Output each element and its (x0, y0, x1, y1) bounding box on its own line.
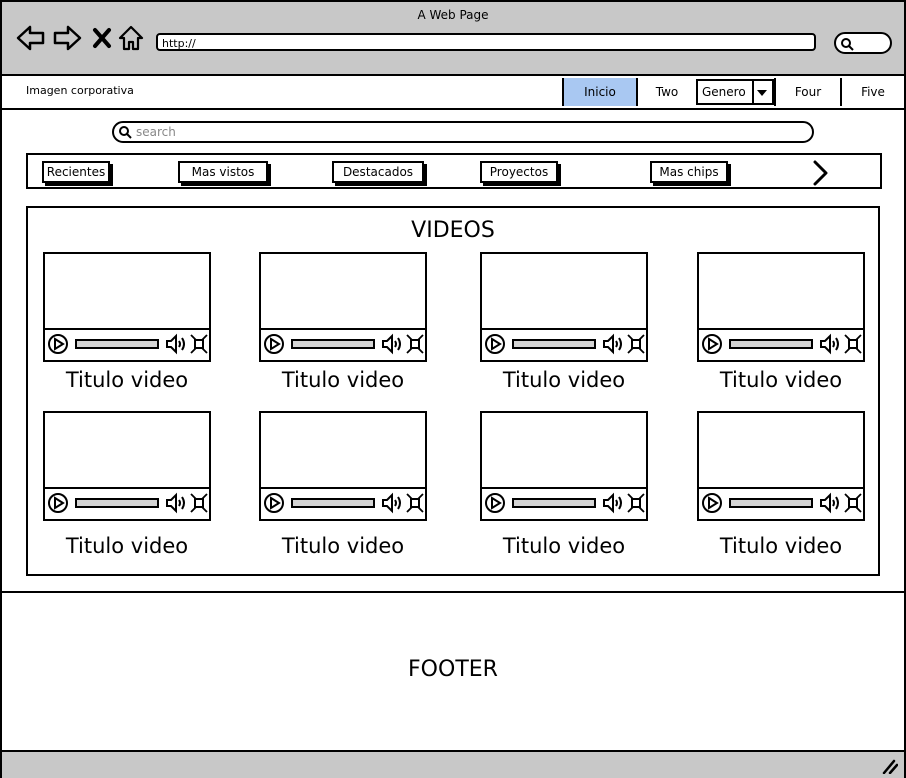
chevron-right-icon[interactable] (810, 160, 830, 186)
video-player[interactable] (259, 252, 427, 362)
seek-bar[interactable] (291, 498, 375, 508)
seek-bar[interactable] (729, 498, 813, 508)
search-input[interactable]: search (112, 121, 814, 143)
tab-two[interactable]: Two (636, 78, 696, 106)
video-controls (45, 487, 209, 519)
browser-titlebar: A Web Page http:// (2, 2, 904, 76)
video-caption[interactable]: Titulo video (681, 534, 881, 558)
site-navigation: Imagen corporativa Inicio Two Genero Fou… (2, 76, 904, 110)
video-player[interactable] (480, 411, 648, 521)
video-controls (482, 487, 646, 519)
fullscreen-icon[interactable] (626, 333, 646, 355)
video-caption[interactable]: Titulo video (243, 368, 443, 392)
dropdown-label: Genero (702, 85, 746, 99)
video-caption[interactable]: Titulo video (27, 534, 227, 558)
video-player[interactable] (697, 252, 865, 362)
chip-mas-vistos[interactable]: Mas vistos (178, 161, 268, 183)
volume-icon[interactable] (381, 333, 403, 355)
video-player[interactable] (43, 252, 211, 362)
video-controls (261, 328, 425, 360)
browser-search-button[interactable] (834, 32, 892, 54)
chip-recientes[interactable]: Recientes (42, 161, 110, 183)
window-title: A Web Page (417, 8, 489, 22)
footer-label: FOOTER (408, 657, 498, 682)
seek-bar[interactable] (75, 339, 159, 349)
play-icon[interactable] (47, 492, 69, 514)
video-player[interactable] (697, 411, 865, 521)
seek-bar[interactable] (75, 498, 159, 508)
video-caption[interactable]: Titulo video (464, 368, 664, 392)
browser-window: A Web Page http:// Imagen corporativa In… (0, 0, 906, 778)
search-icon (841, 38, 854, 51)
tab-five[interactable]: Five (840, 78, 904, 106)
dropdown-caret-icon[interactable] (752, 81, 772, 103)
home-icon[interactable] (118, 24, 144, 52)
play-icon[interactable] (484, 333, 506, 355)
address-bar[interactable]: http:// (156, 33, 816, 51)
volume-icon[interactable] (165, 492, 187, 514)
video-controls (261, 487, 425, 519)
play-icon[interactable] (263, 333, 285, 355)
brand-logo-text: Imagen corporativa (26, 84, 134, 97)
video-caption[interactable]: Titulo video (681, 368, 881, 392)
close-x-icon[interactable] (90, 24, 114, 52)
volume-icon[interactable] (602, 333, 624, 355)
play-icon[interactable] (701, 333, 723, 355)
volume-icon[interactable] (381, 492, 403, 514)
video-caption[interactable]: Titulo video (27, 368, 227, 392)
fullscreen-icon[interactable] (189, 333, 209, 355)
chip-proyectos[interactable]: Proyectos (480, 161, 558, 183)
fullscreen-icon[interactable] (405, 333, 425, 355)
video-controls (482, 328, 646, 360)
genero-dropdown[interactable]: Genero (696, 79, 774, 105)
video-player[interactable] (259, 411, 427, 521)
chip-mas-chips[interactable]: Mas chips (650, 161, 728, 183)
tab-inicio[interactable]: Inicio (562, 78, 636, 106)
resize-grip-icon[interactable] (880, 758, 898, 774)
volume-icon[interactable] (819, 333, 841, 355)
video-controls (699, 328, 863, 360)
forward-arrow-icon[interactable] (52, 24, 82, 52)
chip-destacados[interactable]: Destacados (332, 161, 424, 183)
videos-section: VIDEOS Titulo video Titulo video Titulo vi… (26, 206, 880, 576)
video-controls (45, 328, 209, 360)
seek-bar[interactable] (512, 498, 596, 508)
play-icon[interactable] (47, 333, 69, 355)
fullscreen-icon[interactable] (843, 333, 863, 355)
video-caption[interactable]: Titulo video (464, 534, 664, 558)
volume-icon[interactable] (602, 492, 624, 514)
search-input-icon (119, 126, 132, 139)
fullscreen-icon[interactable] (843, 492, 863, 514)
videos-title: VIDEOS (411, 218, 495, 243)
seek-bar[interactable] (512, 339, 596, 349)
seek-bar[interactable] (291, 339, 375, 349)
play-icon[interactable] (263, 492, 285, 514)
volume-icon[interactable] (165, 333, 187, 355)
volume-icon[interactable] (819, 492, 841, 514)
play-icon[interactable] (484, 492, 506, 514)
seek-bar[interactable] (729, 339, 813, 349)
footer: FOOTER (2, 591, 904, 752)
browser-statusbar (2, 750, 904, 778)
back-arrow-icon[interactable] (16, 24, 46, 52)
tab-four[interactable]: Four (774, 78, 840, 106)
video-controls (699, 487, 863, 519)
fullscreen-icon[interactable] (405, 492, 425, 514)
video-player[interactable] (480, 252, 648, 362)
chip-bar: Recientes Mas vistos Destacados Proyecto… (26, 153, 882, 189)
video-caption[interactable]: Titulo video (243, 534, 443, 558)
fullscreen-icon[interactable] (626, 492, 646, 514)
video-player[interactable] (43, 411, 211, 521)
play-icon[interactable] (701, 492, 723, 514)
fullscreen-icon[interactable] (189, 492, 209, 514)
